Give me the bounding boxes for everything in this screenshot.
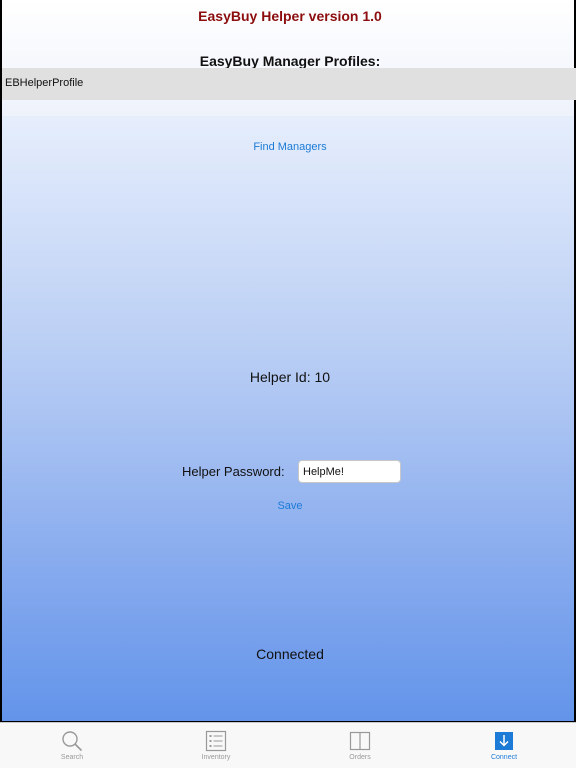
tab-bar: Search Inventory Orders Connect xyxy=(0,722,576,768)
search-icon xyxy=(62,731,83,752)
tab-connect[interactable]: Connect xyxy=(432,723,576,768)
app-title: EasyBuy Helper version 1.0 xyxy=(198,8,382,24)
profile-list: EBHelperProfile xyxy=(2,68,576,100)
main-panel: Find Managers Helper Id: 10 Helper Passw… xyxy=(0,116,576,722)
tab-search[interactable]: Search xyxy=(0,723,144,768)
tab-inventory[interactable]: Inventory xyxy=(144,723,288,768)
password-input[interactable] xyxy=(298,460,401,483)
profiles-heading: EasyBuy Manager Profiles: xyxy=(199,53,381,69)
list-icon xyxy=(205,730,227,752)
save-button[interactable]: Save xyxy=(2,500,576,512)
status-text: Connected xyxy=(256,646,324,662)
tab-label: Search xyxy=(60,754,84,761)
tab-label: Orders xyxy=(349,754,371,761)
helper-id-text: Helper Id: 10 xyxy=(249,369,331,385)
find-managers-button[interactable]: Find Managers xyxy=(2,141,576,153)
header-area: EasyBuy Helper version 1.0 EasyBuy Manag… xyxy=(0,0,576,116)
book-icon xyxy=(349,731,371,751)
profile-list-item[interactable]: EBHelperProfile xyxy=(5,77,83,89)
tab-label: Inventory xyxy=(201,754,231,761)
password-label: Helper Password: xyxy=(182,464,285,479)
tab-label: Connect xyxy=(490,754,518,761)
download-icon xyxy=(495,732,513,750)
tab-orders[interactable]: Orders xyxy=(288,723,432,768)
